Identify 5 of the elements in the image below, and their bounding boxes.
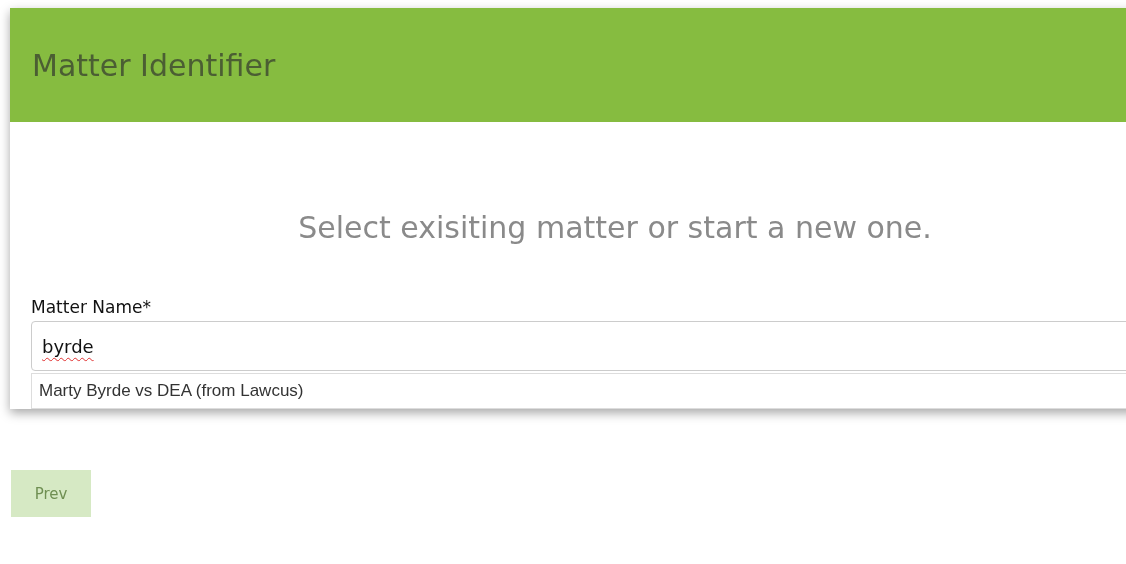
field-label: Matter Name* bbox=[31, 297, 151, 317]
prompt-text: Select exisiting matter or start a new one. bbox=[297, 210, 933, 245]
matter-name-field[interactable]: byrde bbox=[31, 321, 1126, 371]
suggestion-item[interactable]: Marty Byrde vs DEA (from Lawcus) bbox=[31, 373, 1126, 409]
dialog-title: Matter Identifier bbox=[32, 47, 276, 83]
